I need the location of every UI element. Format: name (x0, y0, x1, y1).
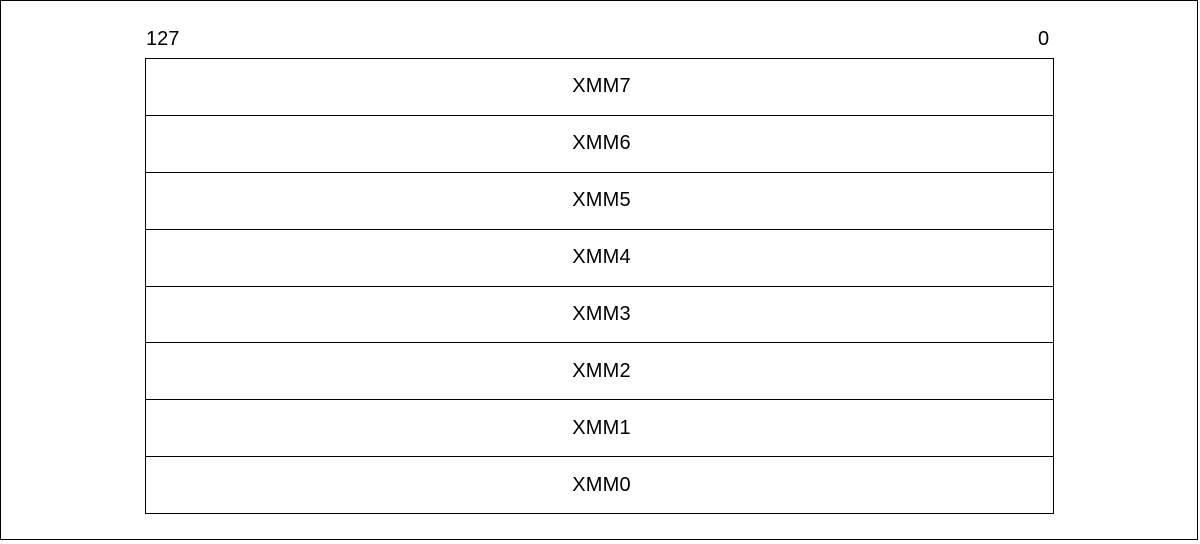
register-xmm6: XMM6 (146, 116, 1053, 173)
bit-0-label: 0 (1038, 28, 1050, 50)
xmm-register-table: XMM7 XMM6 XMM5 XMM4 XMM3 XMM2 XMM1 XMM0 (145, 58, 1054, 514)
register-xmm1: XMM1 (146, 400, 1053, 458)
register-xmm2: XMM2 (146, 343, 1053, 401)
register-xmm7: XMM7 (146, 59, 1053, 116)
register-xmm0: XMM0 (572, 473, 631, 496)
register-xmm4: XMM4 (146, 230, 1053, 287)
register-xmm5: XMM5 (146, 173, 1053, 230)
register-xmm3: XMM3 (146, 287, 1053, 344)
bit-127-label: 127 (146, 28, 180, 50)
